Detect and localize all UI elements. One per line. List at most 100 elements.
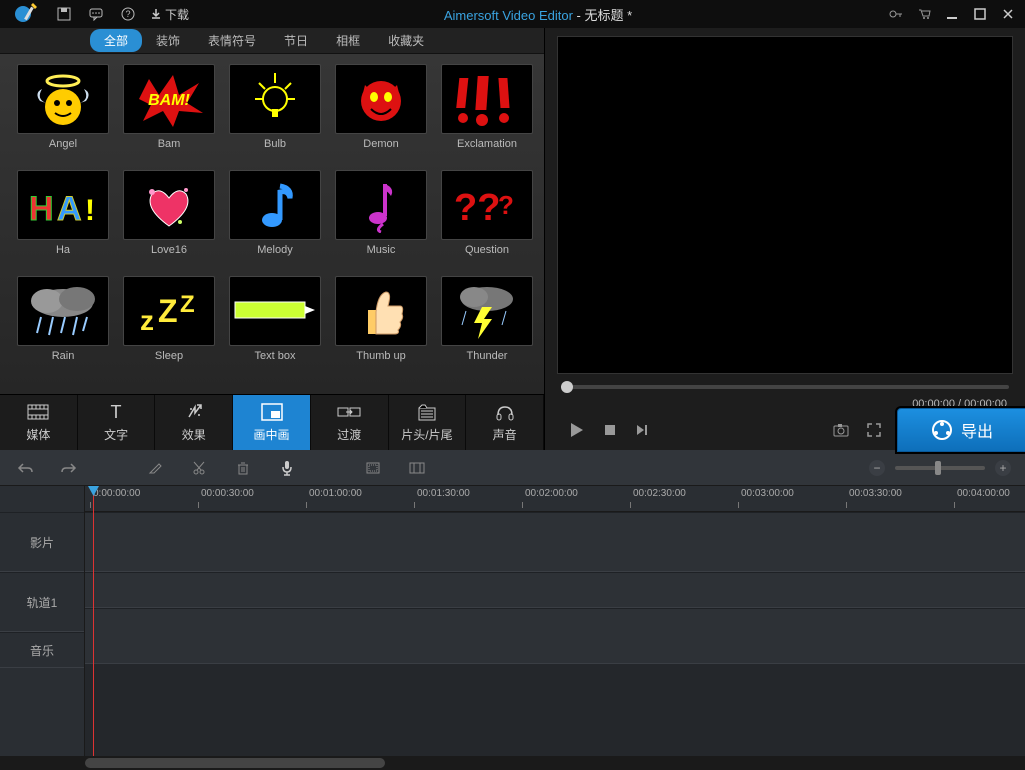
- module-label: 画中画: [254, 426, 290, 443]
- ruler-tick: 00:00:30:00: [201, 488, 254, 499]
- download-button[interactable]: 下载: [150, 6, 189, 23]
- video-track[interactable]: [85, 512, 1025, 572]
- titlebar: ? 下载 Aimersoft Video Editor - 无标题 *: [0, 0, 1025, 28]
- crop-button[interactable]: [362, 457, 384, 479]
- effect-item-thunder[interactable]: Thunder: [438, 276, 536, 376]
- cart-icon[interactable]: [915, 5, 933, 23]
- export-button[interactable]: 导出: [897, 408, 1025, 452]
- effect-thumb: BAM!: [123, 64, 215, 134]
- module-tab-1[interactable]: T文字: [78, 395, 156, 450]
- zoom-control: − +: [869, 460, 1011, 476]
- effect-thumb: [441, 276, 533, 346]
- effect-label: Love16: [151, 244, 187, 256]
- module-tab-3[interactable]: 画中画: [233, 395, 311, 450]
- module-icon: [27, 402, 49, 422]
- fullscreen-button[interactable]: [867, 423, 881, 437]
- play-button[interactable]: [567, 421, 585, 439]
- effect-label: Thumb up: [356, 350, 406, 362]
- effect-thumb: [229, 64, 321, 134]
- effect-item-love16[interactable]: Love16: [120, 170, 218, 270]
- module-icon: [337, 402, 361, 422]
- category-tab-2[interactable]: 表情符号: [194, 29, 270, 52]
- category-tab-1[interactable]: 装饰: [142, 29, 194, 52]
- save-icon[interactable]: [52, 4, 76, 24]
- minimize-button[interactable]: [943, 5, 961, 23]
- category-tab-4[interactable]: 相框: [322, 29, 374, 52]
- track-label-track1: 轨道1: [0, 572, 84, 632]
- svg-text:??: ??: [454, 187, 500, 229]
- module-tab-0[interactable]: 媒体: [0, 395, 78, 450]
- track-label-video: 影片: [0, 512, 84, 572]
- left-panel: 全部装饰表情符号节日相框收藏夹 AngelBAM! Bam Bulb Demon Exc…: [0, 28, 545, 450]
- maximize-button[interactable]: [971, 5, 989, 23]
- aspect-button[interactable]: [406, 457, 428, 479]
- ruler-tick: 00:02:30:00: [633, 488, 686, 499]
- effect-item-text-box[interactable]: Text box: [226, 276, 324, 376]
- effect-item-bulb[interactable]: Bulb: [226, 64, 324, 164]
- ruler-tick: 00:01:30:00: [417, 488, 470, 499]
- help-icon[interactable]: ?: [116, 4, 140, 24]
- track-area[interactable]: 0:00:00:0000:00:30:0000:01:00:0000:01:30…: [85, 486, 1025, 756]
- effect-thumb: [335, 170, 427, 240]
- feedback-icon[interactable]: [84, 4, 108, 24]
- category-tab-5[interactable]: 收藏夹: [374, 29, 438, 52]
- redo-button[interactable]: [58, 457, 80, 479]
- effect-item-angel[interactable]: Angel: [14, 64, 112, 164]
- effect-item-thumb-up[interactable]: Thumb up: [332, 276, 430, 376]
- module-tab-6[interactable]: 声音: [466, 395, 544, 450]
- effect-thumb: [229, 276, 321, 346]
- effect-item-exclamation[interactable]: Exclamation: [438, 64, 536, 164]
- module-icon: [261, 402, 283, 422]
- effect-label: Rain: [52, 350, 75, 362]
- module-tab-4[interactable]: 过渡: [311, 395, 389, 450]
- timeline-scrollbar[interactable]: [0, 756, 1025, 770]
- playhead[interactable]: [93, 486, 94, 756]
- zoom-slider[interactable]: [895, 466, 985, 470]
- ruler-tick: 00:01:00:00: [309, 488, 362, 499]
- effect-label: Bam: [158, 138, 181, 150]
- voiceover-button[interactable]: [276, 457, 298, 479]
- delete-button[interactable]: [232, 457, 254, 479]
- module-tab-5[interactable]: 片头/片尾: [389, 395, 467, 450]
- effect-item-melody[interactable]: Melody: [226, 170, 324, 270]
- effect-thumb: [123, 170, 215, 240]
- category-tab-3[interactable]: 节日: [270, 29, 322, 52]
- module-tab-2[interactable]: 效果: [155, 395, 233, 450]
- zoom-out-button[interactable]: −: [869, 460, 885, 476]
- music-track[interactable]: [85, 608, 1025, 664]
- module-label: 过渡: [337, 426, 361, 443]
- step-forward-button[interactable]: [635, 423, 651, 437]
- effect-item-sleep[interactable]: zZZSleep: [120, 276, 218, 376]
- track-labels: 影片 轨道1 音乐: [0, 486, 85, 756]
- effect-item-question[interactable]: ???Question: [438, 170, 536, 270]
- effect-label: Demon: [363, 138, 398, 150]
- undo-button[interactable]: [14, 457, 36, 479]
- preview-seek-slider[interactable]: [557, 380, 1013, 394]
- timeline-toolbar: − +: [0, 450, 1025, 486]
- svg-text:A: A: [57, 190, 82, 228]
- svg-text:H: H: [29, 190, 54, 228]
- zoom-in-button[interactable]: +: [995, 460, 1011, 476]
- effect-thumb: ???: [441, 170, 533, 240]
- effect-item-demon[interactable]: Demon: [332, 64, 430, 164]
- overlay-track[interactable]: [85, 572, 1025, 608]
- download-label: 下载: [165, 6, 189, 23]
- effect-label: Text box: [255, 350, 296, 362]
- key-icon[interactable]: [887, 5, 905, 23]
- edit-button[interactable]: [144, 457, 166, 479]
- category-tab-0[interactable]: 全部: [90, 29, 142, 52]
- effect-item-ha[interactable]: HA!Ha: [14, 170, 112, 270]
- stop-button[interactable]: [603, 423, 617, 437]
- close-button[interactable]: [999, 5, 1017, 23]
- module-icon: T: [107, 402, 125, 422]
- cut-button[interactable]: [188, 457, 210, 479]
- time-ruler[interactable]: 0:00:00:0000:00:30:0000:01:00:0000:01:30…: [85, 486, 1025, 512]
- effect-item-rain[interactable]: Rain: [14, 276, 112, 376]
- module-label: 声音: [493, 426, 517, 443]
- effect-thumb: zZZ: [123, 276, 215, 346]
- svg-text:Z: Z: [158, 293, 178, 329]
- effect-item-bam[interactable]: BAM! Bam: [120, 64, 218, 164]
- effect-item-music[interactable]: Music: [332, 170, 430, 270]
- module-label: 片头/片尾: [401, 426, 452, 443]
- snapshot-button[interactable]: [833, 423, 849, 437]
